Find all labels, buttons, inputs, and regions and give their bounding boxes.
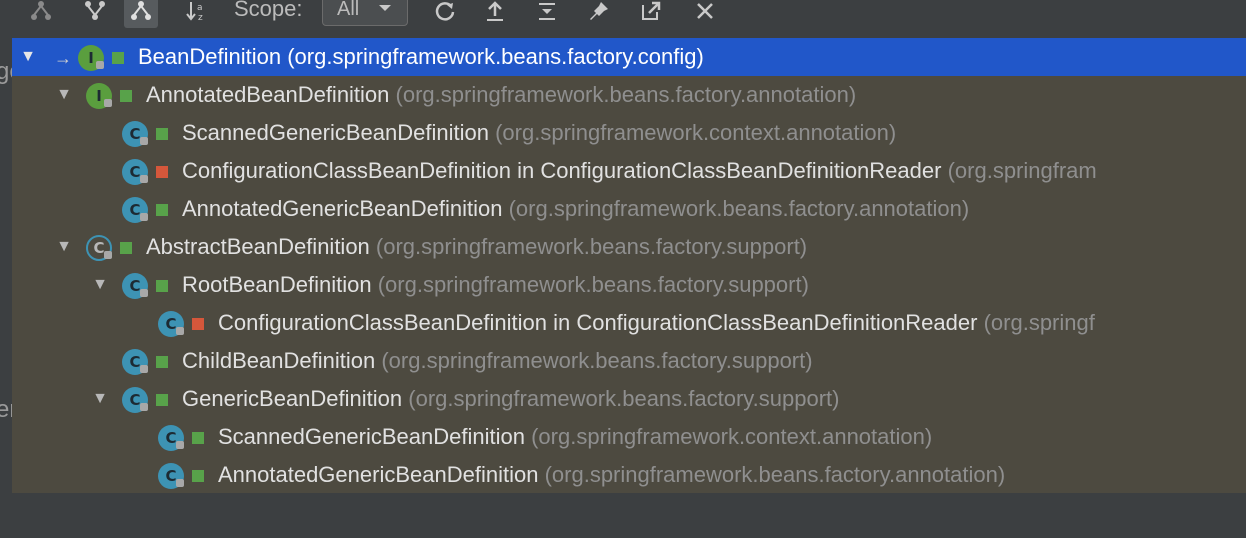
open-in-new-icon[interactable]: [634, 0, 668, 28]
type-package: (org.springframework.beans.factory.suppo…: [381, 348, 813, 373]
pin-icon[interactable]: [582, 0, 616, 28]
public-visibility-icon: [120, 90, 132, 102]
chevron-down-icon: [377, 0, 393, 22]
type-name: AnnotatedGenericBeanDefinition: [182, 196, 503, 221]
subtypes-hierarchy-icon[interactable]: [78, 0, 112, 28]
focused-type-arrow-icon: →: [54, 48, 72, 68]
expand-toggle-icon[interactable]: ▼: [54, 237, 74, 257]
type-name: AnnotatedGenericBeanDefinition: [218, 462, 539, 487]
lock-badge-icon: [140, 137, 148, 145]
public-visibility-icon: [120, 242, 132, 254]
supertypes-hierarchy-icon[interactable]: [24, 0, 58, 28]
type-package: (org.springframework.beans.factory.suppo…: [377, 272, 809, 297]
public-visibility-icon: [156, 128, 168, 140]
private-visibility-icon: [192, 318, 204, 330]
tree-row[interactable]: C ChildBeanDefinition (org.springframewor…: [12, 342, 1246, 380]
type-package: (org.springframework.beans.factory.suppo…: [408, 386, 840, 411]
expand-toggle-icon[interactable]: ▼: [18, 47, 38, 67]
tree-row[interactable]: C AnnotatedGenericBeanDefinition (org.spr…: [12, 456, 1246, 493]
type-package: (org.springf: [983, 310, 1095, 335]
type-package: (org.springframework.beans.factory.annot…: [544, 462, 1006, 487]
tree-row[interactable]: C ConfigurationClassBeanDefinition in Con…: [12, 304, 1246, 342]
type-name: RootBeanDefinition: [182, 272, 372, 297]
left-editor-strip: ge er: [0, 38, 23, 493]
type-name: ChildBeanDefinition: [182, 348, 376, 373]
public-visibility-icon: [156, 356, 168, 368]
type-package: (org.springframework.beans.factory.confi…: [287, 44, 704, 69]
type-label: RootBeanDefinition (org.springframework.…: [182, 272, 809, 298]
lock-badge-icon: [104, 251, 112, 259]
public-visibility-icon: [192, 432, 204, 444]
type-label: AnnotatedGenericBeanDefinition (org.spri…: [218, 462, 1005, 488]
type-name: ScannedGenericBeanDefinition: [218, 424, 525, 449]
sort-alphabetically-icon[interactable]: az: [180, 0, 214, 28]
type-label: ScannedGenericBeanDefinition (org.spring…: [218, 424, 932, 450]
lock-badge-icon: [140, 365, 148, 373]
expand-toggle-icon[interactable]: ▼: [90, 275, 110, 295]
tree-row[interactable]: ▼ C AbstractBeanDefinition (org.springfram…: [12, 228, 1246, 266]
type-label: AnnotatedBeanDefinition (org.springframe…: [146, 82, 856, 108]
svg-text:z: z: [198, 13, 203, 22]
tree-row[interactable]: ▼ I AnnotatedBeanDefinition (org.springfra…: [12, 76, 1246, 114]
expand-all-icon[interactable]: [530, 0, 564, 28]
type-label: AnnotatedGenericBeanDefinition (org.spri…: [182, 196, 969, 222]
type-name: ConfigurationClassBeanDefinition in Conf…: [218, 310, 978, 335]
type-label: GenericBeanDefinition (org.springframewo…: [182, 386, 839, 412]
scope-label: Scope:: [234, 0, 303, 21]
type-name: GenericBeanDefinition: [182, 386, 403, 411]
type-hierarchy-tree[interactable]: ▼ → I BeanDefinition (org.springframework.b…: [12, 38, 1246, 493]
lock-badge-icon: [140, 403, 148, 411]
type-package: (org.springframework.beans.factory.annot…: [395, 82, 857, 107]
lock-badge-icon: [140, 175, 148, 183]
tree-row[interactable]: ▼ C RootBeanDefinition (org.springframewor…: [12, 266, 1246, 304]
lock-badge-icon: [96, 61, 104, 69]
public-visibility-icon: [156, 394, 168, 406]
tree-row[interactable]: ▼ → I BeanDefinition (org.springframework.b…: [12, 38, 1246, 76]
lock-badge-icon: [140, 289, 148, 297]
lock-badge-icon: [104, 99, 112, 107]
type-label: ScannedGenericBeanDefinition (org.spring…: [182, 120, 896, 146]
type-name: BeanDefinition: [138, 44, 282, 69]
svg-text:a: a: [197, 3, 203, 13]
type-name: AnnotatedBeanDefinition: [146, 82, 390, 107]
type-label: ConfigurationClassBeanDefinition in Conf…: [218, 310, 1095, 336]
hierarchy-toolbar: az Scope: All: [0, 0, 1246, 34]
type-label: BeanDefinition (org.springframework.bean…: [138, 44, 704, 70]
tree-row[interactable]: ▼ C GenericBeanDefinition (org.springframe…: [12, 380, 1246, 418]
type-label: ChildBeanDefinition (org.springframework…: [182, 348, 813, 374]
lock-badge-icon: [176, 327, 184, 335]
lock-badge-icon: [176, 479, 184, 487]
type-label: AbstractBeanDefinition (org.springframew…: [146, 234, 807, 260]
expand-toggle-icon[interactable]: ▼: [90, 389, 110, 409]
type-name: AbstractBeanDefinition: [146, 234, 370, 259]
public-visibility-icon: [112, 52, 124, 64]
public-visibility-icon: [156, 280, 168, 292]
lock-badge-icon: [176, 441, 184, 449]
private-visibility-icon: [156, 166, 168, 178]
type-package: (org.springfram: [947, 158, 1097, 183]
tree-row[interactable]: C ScannedGenericBeanDefinition (org.sprin…: [12, 418, 1246, 456]
type-package: (org.springframework.beans.factory.suppo…: [375, 234, 808, 259]
tree-row[interactable]: C ConfigurationClassBeanDefinition in Con…: [12, 152, 1246, 190]
tree-row[interactable]: C ScannedGenericBeanDefinition (org.sprin…: [12, 114, 1246, 152]
public-visibility-icon: [156, 204, 168, 216]
public-visibility-icon: [192, 470, 204, 482]
type-package: (org.springframework.beans.factory.annot…: [508, 196, 970, 221]
scope-value: All: [337, 0, 360, 20]
type-name: ConfigurationClassBeanDefinition in Conf…: [182, 158, 942, 183]
type-name: ScannedGenericBeanDefinition: [182, 120, 489, 145]
tree-row[interactable]: C AnnotatedGenericBeanDefinition (org.spr…: [12, 190, 1246, 228]
scope-dropdown[interactable]: All: [322, 0, 408, 26]
type-package: (org.springframework.context.annotation): [531, 424, 933, 449]
type-label: ConfigurationClassBeanDefinition in Conf…: [182, 158, 1097, 184]
close-icon[interactable]: [688, 0, 722, 28]
refresh-icon[interactable]: [428, 0, 462, 28]
type-package: (org.springframework.context.annotation): [495, 120, 897, 145]
expand-toggle-icon[interactable]: ▼: [54, 85, 74, 105]
class-hierarchy-icon[interactable]: [124, 0, 158, 28]
export-icon[interactable]: [478, 0, 512, 28]
lock-badge-icon: [140, 213, 148, 221]
